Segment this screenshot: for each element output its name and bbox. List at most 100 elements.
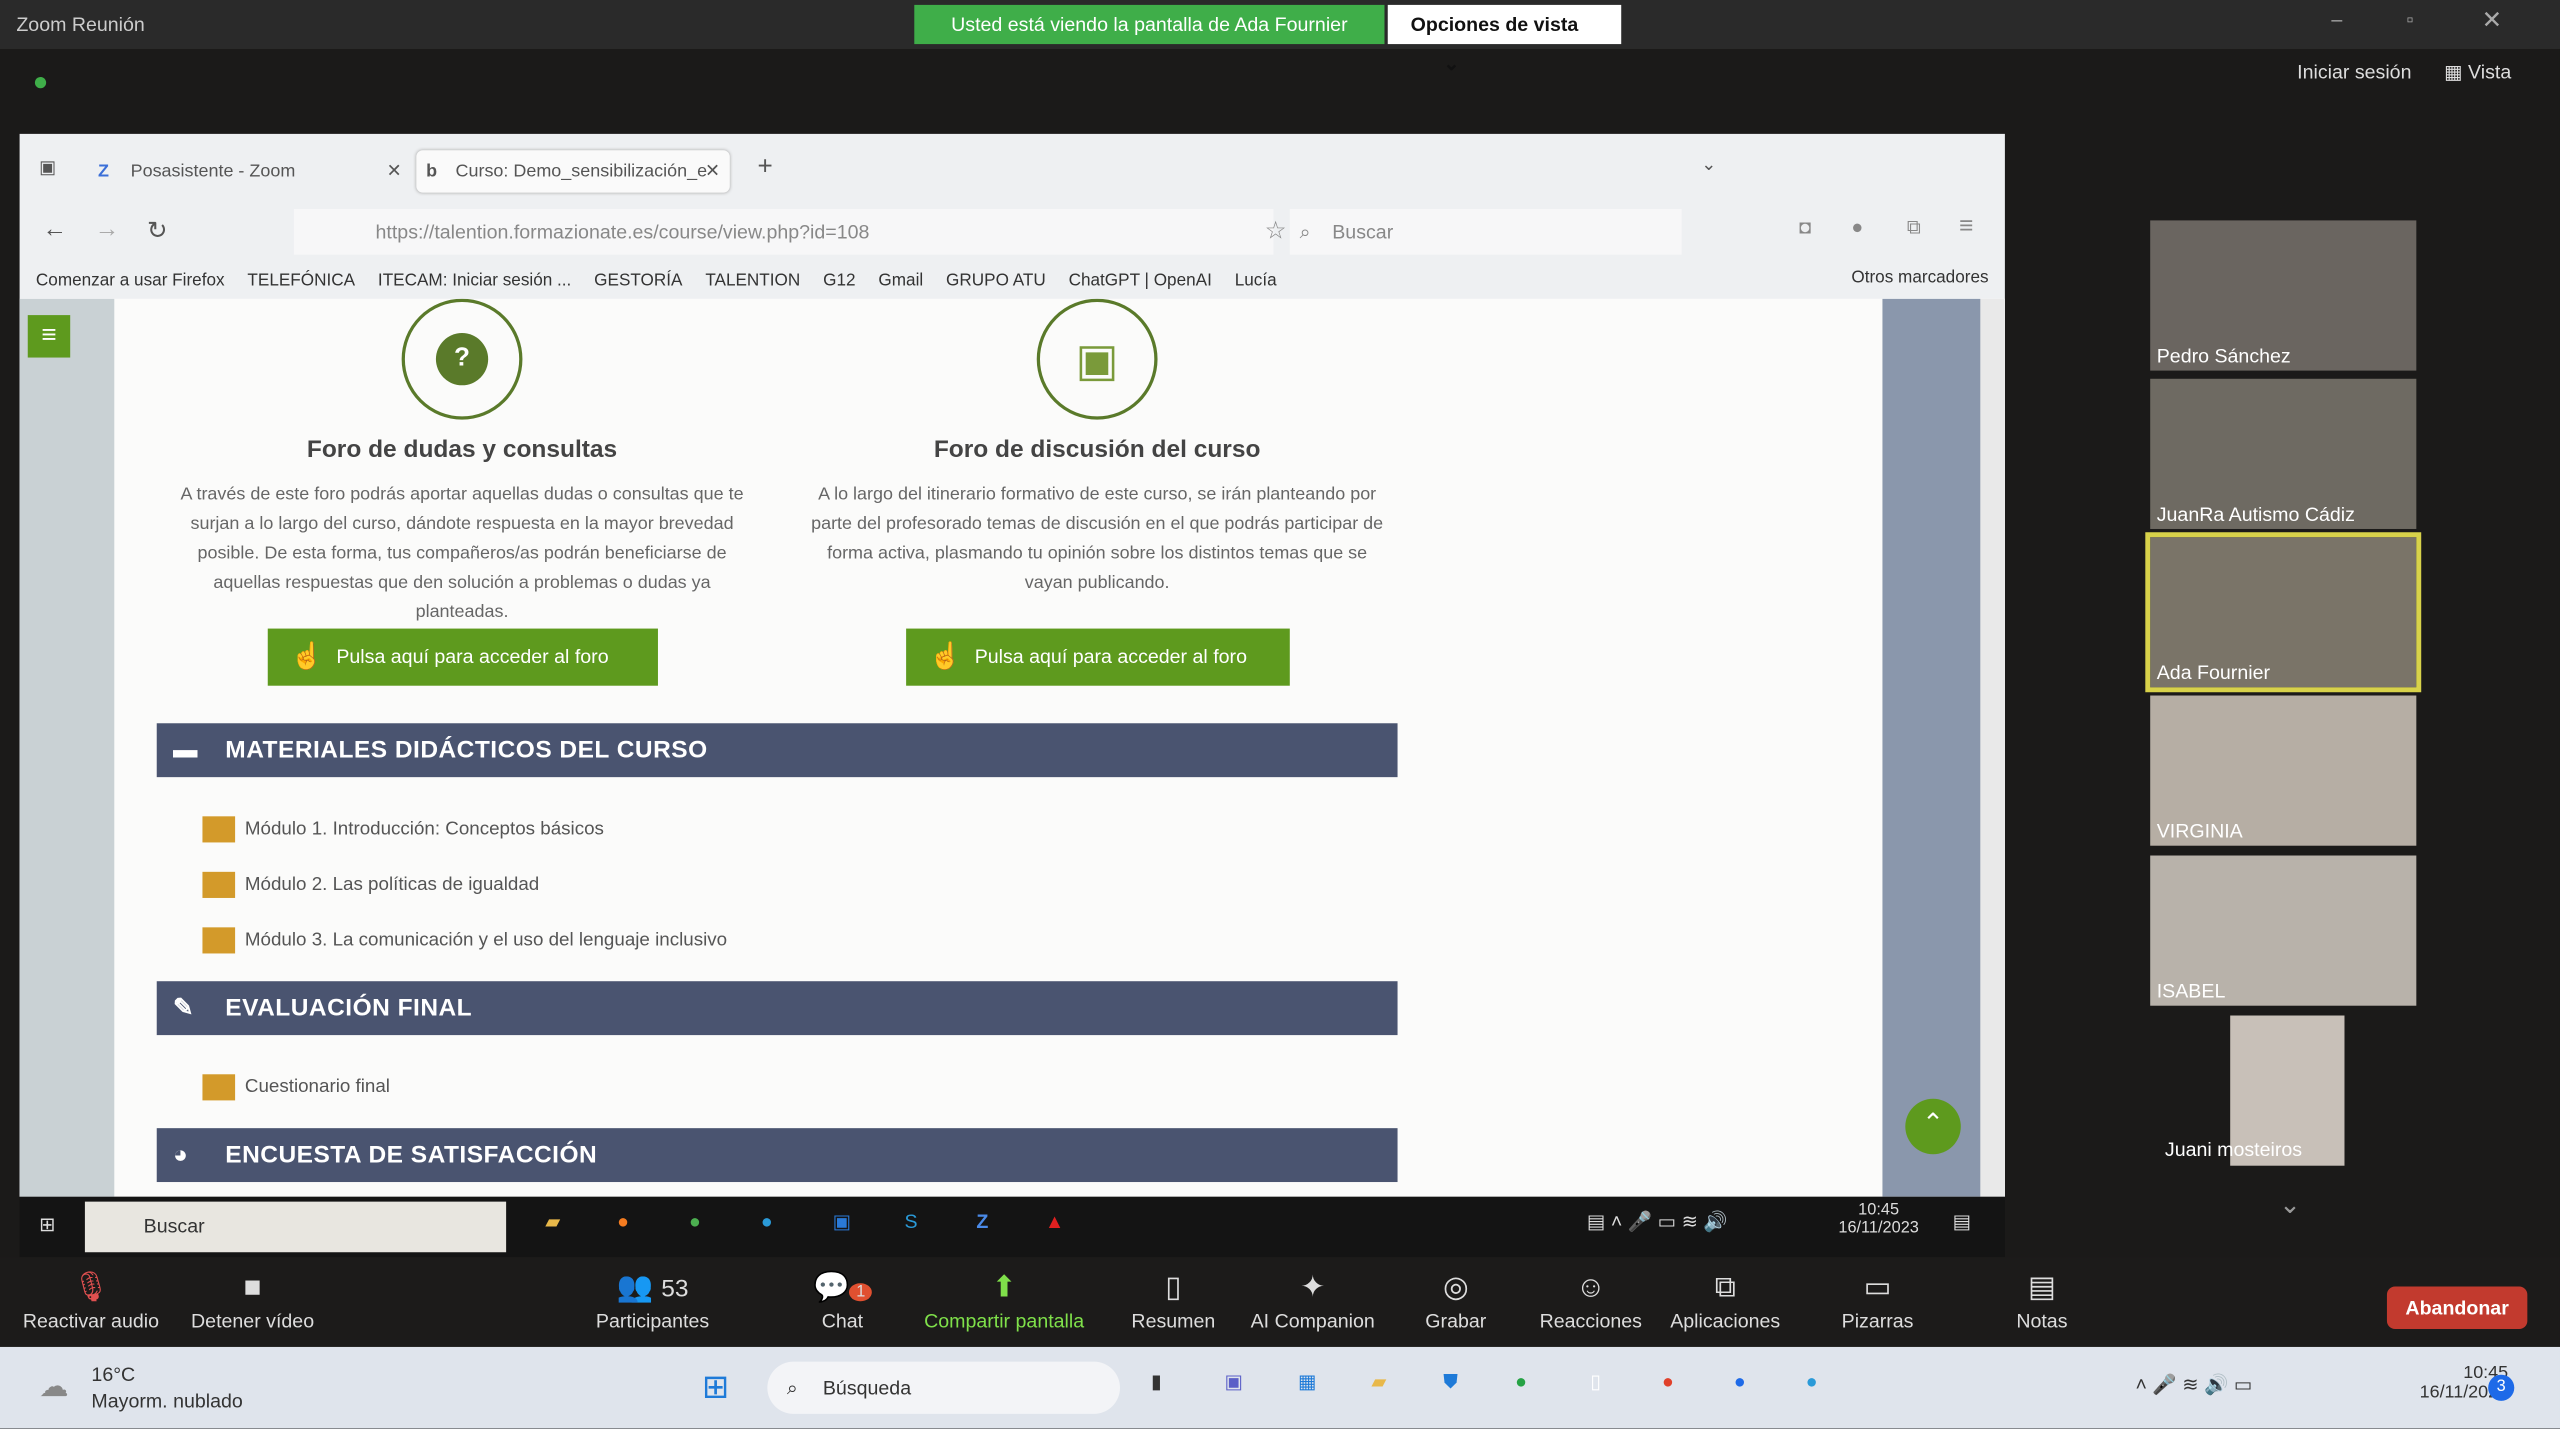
bookmark[interactable]: ITECAM: Iniciar sesión ... [378,270,571,290]
emoji-icon: ☺ [1575,1270,1606,1303]
share-screen-button[interactable]: ⬆ Compartir pantalla [924,1270,1084,1332]
module-link[interactable]: Módulo 3. La comunicación y el uso del l… [202,926,727,955]
view-options-dropdown[interactable]: Opciones de vista ⌄ [1387,4,1622,75]
summary-icon: ▯ [1165,1270,1182,1303]
ai-companion-button[interactable]: ✦ AI Companion [1251,1270,1375,1332]
section-header[interactable]: ◕ ENCUESTA DE SATISFACCIÓN [156,1128,1398,1183]
bookmark[interactable]: Gmail [878,270,923,290]
section-title: EVALUACIÓN FINAL [225,994,473,1023]
close-tab-icon[interactable]: ✕ [705,150,720,192]
whatsapp-icon[interactable]: ● [1515,1370,1527,1393]
module-link[interactable]: Módulo 2. Las políticas de igualdad [202,870,539,899]
browser-search[interactable]: ⌕ Buscar [1289,208,1682,255]
pocket-icon[interactable]: ◘ [1799,216,1811,239]
forum-access-button[interactable]: ☝ Pulsa aquí para acceder al foro [906,628,1290,686]
drawer-toggle-icon[interactable]: ≡ [27,315,71,358]
forward-button[interactable]: → [95,216,119,244]
account-icon[interactable]: ● [1851,216,1863,239]
whiteboards-button[interactable]: ▭ Pizarras [1842,1270,1914,1332]
security-icon[interactable]: ⛊ [1443,1370,1458,1394]
store-icon[interactable]: ▦ [1298,1370,1317,1393]
bookmark[interactable]: Lucía [1235,270,1277,290]
bookmark[interactable]: TELEFÓNICA [247,270,355,290]
file-explorer-icon[interactable]: ▰ [545,1210,560,1233]
unmute-audio-button[interactable]: 🎙 Reactivar audio [23,1270,159,1332]
bookmark[interactable]: G12 [823,270,855,290]
chrome-icon[interactable]: ● [1662,1370,1674,1393]
section-title: MATERIALES DIDÁCTICOS DEL CURSO [225,736,708,765]
url-bar[interactable]: https://talention.formazionate.es/course… [293,208,1287,255]
tab-overflow-icon[interactable]: ⌄ [1701,153,1716,175]
participants-button[interactable]: 👥 53 Participantes [596,1270,709,1332]
participant-tile[interactable]: Pedro Sánchez [2150,220,2417,371]
scrollbar[interactable] [1980,298,2005,1197]
back-button[interactable]: ← [42,216,66,244]
section-header[interactable]: ▬ MATERIALES DIDÁCTICOS DEL CURSO [156,723,1398,778]
minimize-button[interactable]: – [2331,8,2342,31]
task-view-icon[interactable]: ▮ [1151,1370,1162,1393]
windows-start-icon[interactable]: ⊞ [39,1213,55,1236]
tray-icons[interactable]: ˄ 🎤 ≋ 🔊 ▭ [2136,1373,2253,1396]
participant-tile-active-speaker[interactable]: Ada Fournier [2145,532,2422,693]
tab-list-icon[interactable]: ▣ [39,157,56,178]
module-link[interactable]: Módulo 1. Introducción: Conceptos básico… [202,815,604,844]
bookmark[interactable]: GRUPO ATU [946,270,1046,290]
tray-icons[interactable]: ▤ ˄ 🎤 ▭ ≋ 🔊 [1587,1210,1728,1233]
windows-start-icon[interactable]: ⊞ [702,1367,729,1408]
zoom-app-icon[interactable]: Z [976,1210,988,1233]
notes-button[interactable]: ▤ Notas [2016,1270,2067,1332]
tab-curso[interactable]: b Curso: Demo_sensibilización_e ✕ [416,150,730,193]
new-tab-button[interactable]: + [758,153,773,182]
teams-icon[interactable]: ▣ [1224,1370,1243,1393]
extensions-icon[interactable]: ⧉ [1907,216,1921,240]
button-label: AI Companion [1250,1309,1375,1333]
bookmark[interactable]: ChatGPT | OpenAI [1069,270,1212,290]
close-button[interactable]: ✕ [2482,5,2503,35]
chat-button[interactable]: 💬 1 Chat [813,1270,872,1332]
notification-badge[interactable]: 3 [2488,1374,2515,1401]
participant-tile[interactable]: JuanRa Autismo Cádiz [2150,378,2417,529]
tab-posasistente[interactable]: Z Posasistente - Zoom ✕ [91,150,402,192]
taskbar-search[interactable]: ⌕ Búsqueda [767,1361,1120,1414]
chrome-icon[interactable]: ● [689,1210,701,1233]
skype-icon[interactable]: S [904,1210,917,1233]
explorer-icon[interactable]: ▰ [1371,1370,1386,1393]
edge-icon[interactable]: ● [761,1210,773,1233]
view-label: Vista [2468,60,2512,84]
bookmark[interactable]: Comenzar a usar Firefox [36,270,225,290]
menu-icon[interactable]: ≡ [1959,212,1973,240]
stop-video-button[interactable]: ■ Detener vídeo [191,1270,314,1332]
leave-button[interactable]: Abandonar [2386,1286,2528,1329]
sign-in-link[interactable]: Iniciar sesión [2297,60,2411,83]
edge-icon[interactable]: ● [1806,1370,1818,1393]
view-button[interactable]: ▦ Vista [2444,60,2511,83]
maximize-button[interactable]: ▫ [2407,8,2414,31]
quiz-link[interactable]: Cuestionario final [202,1073,390,1102]
scroll-participants-down[interactable]: ⌄ [2279,1189,2301,1222]
firefox-icon[interactable]: ● [617,1210,629,1233]
scroll-top-button[interactable]: ⌃ [1905,1098,1961,1155]
windows-taskbar: ☁ 16°C Mayorm. nublado ⊞ ⌕ Búsqueda ▮ ▣ ▦… [0,1346,2560,1429]
button-label: Aplicaciones [1670,1309,1781,1333]
participant-tile[interactable]: ISABEL [2150,855,2417,1006]
close-tab-icon[interactable]: ✕ [387,150,402,192]
outlook-icon[interactable]: ▣ [833,1210,852,1233]
reactions-button[interactable]: ☺ Reacciones [1540,1270,1642,1332]
other-bookmarks[interactable]: Otros marcadores [1851,268,1988,288]
reload-button[interactable]: ↻ [147,216,168,245]
summary-button[interactable]: ▯ Resumen [1131,1270,1215,1332]
zoom-app-icon[interactable]: ● [1734,1370,1746,1393]
section-header[interactable]: ✎ EVALUACIÓN FINAL [156,981,1398,1036]
bookmark[interactable]: TALENTION [705,270,800,290]
apps-button[interactable]: ⧉ Aplicaciones [1670,1270,1780,1332]
star-icon[interactable]: ☆ [1265,209,1287,255]
notifications-icon[interactable]: ▤ [1953,1210,1972,1233]
document-icon[interactable]: ▯ [1590,1370,1601,1393]
search-icon: ⌕ [1299,220,1311,244]
record-button[interactable]: ◎ Grabar [1425,1270,1486,1332]
participant-tile[interactable]: VIRGINIA [2150,695,2417,846]
taskbar-search[interactable]: Buscar [84,1201,507,1253]
forum-access-button[interactable]: ☝ Pulsa aquí para acceder al foro [267,628,658,686]
bookmark[interactable]: GESTORÍA [594,270,682,290]
acrobat-icon[interactable]: ▲ [1045,1210,1064,1233]
